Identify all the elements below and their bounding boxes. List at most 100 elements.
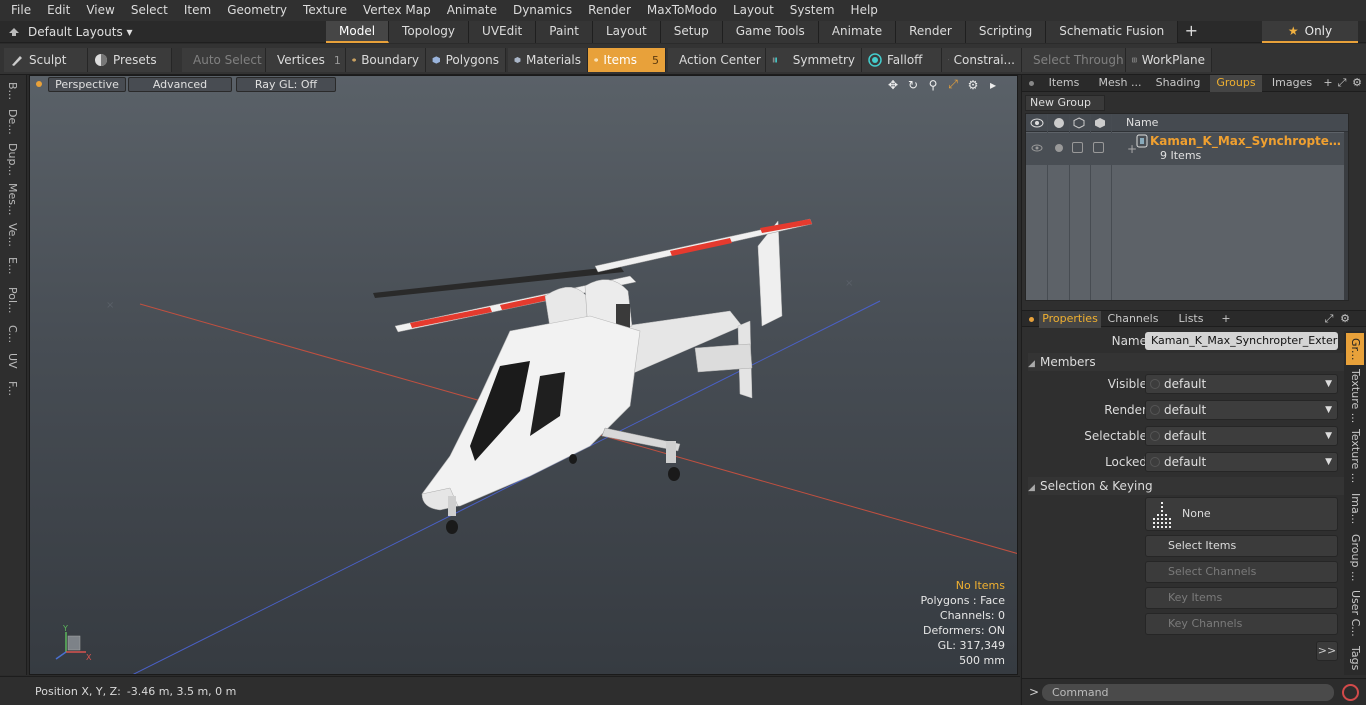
strip-tab-1[interactable]: B... <box>3 79 21 103</box>
menu-edit[interactable]: Edit <box>39 0 78 21</box>
panel-options-dot[interactable] <box>1029 81 1034 86</box>
auto-select-button[interactable]: Auto Select <box>182 48 266 72</box>
items-button[interactable]: Items 5 <box>588 48 666 72</box>
vtab-image[interactable]: Ima... <box>1346 489 1364 529</box>
command-input[interactable]: Command <box>1042 684 1334 701</box>
tab-items[interactable]: Items <box>1039 75 1089 92</box>
tab-render[interactable]: Render <box>896 21 966 43</box>
tab-animate[interactable]: Animate <box>818 21 897 43</box>
scene-canvas[interactable]: × × <box>30 76 1018 675</box>
menu-animate[interactable]: Animate <box>439 0 505 21</box>
perspective-dropdown[interactable]: Perspective <box>48 77 126 92</box>
constraints-button[interactable]: Constrai... <box>942 48 1022 72</box>
vtab-texture-2[interactable]: Texture ... <box>1346 427 1364 485</box>
lower-panel-options-dot[interactable] <box>1029 317 1034 322</box>
menu-view[interactable]: View <box>78 0 122 21</box>
group-row[interactable]: + Kaman_K_Max_Synchropter_Ex... 9 Items <box>1026 133 1348 165</box>
tab-schematic-fusion[interactable]: Schematic Fusion <box>1046 21 1179 43</box>
strip-tab-4[interactable]: Mes... <box>3 181 21 217</box>
strip-tab-2[interactable]: De... <box>3 107 21 137</box>
menu-geometry[interactable]: Geometry <box>219 0 295 21</box>
group-name[interactable]: Kaman_K_Max_Synchropter_Ex... <box>1150 134 1346 148</box>
vertices-button[interactable]: Vertices 1 <box>266 48 346 72</box>
select-channels-button[interactable]: Select Channels <box>1145 561 1338 583</box>
row-lock-checkbox[interactable] <box>1093 142 1104 153</box>
strip-tab-7[interactable]: Pol... <box>3 283 21 317</box>
polygons-button[interactable]: Polygons <box>426 48 506 72</box>
menu-texture[interactable]: Texture <box>295 0 355 21</box>
tab-properties[interactable]: Properties <box>1039 311 1101 328</box>
tab-uvedit[interactable]: UVEdit <box>469 21 537 43</box>
tab-topology[interactable]: Topology <box>389 21 470 43</box>
falloff-button[interactable]: Falloff <box>862 48 942 72</box>
none-button[interactable]: None <box>1145 497 1338 531</box>
presets-button[interactable]: Presets <box>88 48 172 72</box>
tab-channels[interactable]: Channels <box>1104 311 1162 328</box>
rotate-view-icon[interactable]: ↻ <box>905 77 921 92</box>
vtab-tags[interactable]: Tags <box>1346 643 1364 673</box>
strip-tab-10[interactable]: F... <box>3 375 21 403</box>
menu-file[interactable]: File <box>0 0 39 21</box>
panel-gear-icon[interactable]: ⚙ <box>1350 75 1364 92</box>
row-eye-icon[interactable] <box>1030 142 1044 154</box>
tab-lists[interactable]: Lists <box>1165 311 1217 328</box>
tab-images[interactable]: Images <box>1264 75 1320 92</box>
menu-item[interactable]: Item <box>176 0 219 21</box>
menu-select[interactable]: Select <box>123 0 176 21</box>
menu-render[interactable]: Render <box>580 0 639 21</box>
advanced-dropdown[interactable]: Advanced <box>128 77 232 92</box>
name-input[interactable]: Kaman_K_Max_Synchropter_Exterior <box>1145 332 1338 350</box>
viewport-options-dot[interactable] <box>36 81 42 87</box>
vtab-texture-1[interactable]: Texture ... <box>1346 369 1364 423</box>
layouts-selector[interactable]: Default Layouts ▾ <box>0 21 326 43</box>
menu-maxtomodo[interactable]: MaxToModo <box>639 0 725 21</box>
workplane-button[interactable]: WorkPlane <box>1126 48 1212 72</box>
lock-cube-icon[interactable] <box>1094 117 1106 129</box>
viewport-settings-gear-icon[interactable]: ⚙ <box>965 77 981 92</box>
tab-scripting[interactable]: Scripting <box>965 21 1047 43</box>
new-group-button[interactable]: New Group <box>1025 95 1105 111</box>
vtab-group-2[interactable]: Group ... <box>1346 533 1364 583</box>
strip-tab-3[interactable]: Dup... <box>3 141 21 177</box>
vtab-group[interactable]: Gr... <box>1346 333 1364 365</box>
menu-dynamics[interactable]: Dynamics <box>505 0 580 21</box>
tab-shading[interactable]: Shading <box>1150 75 1206 92</box>
grip-icon[interactable] <box>0 27 28 37</box>
symmetry-button[interactable]: Symmetry <box>766 48 862 72</box>
boundary-button[interactable]: Boundary <box>346 48 426 72</box>
select-items-button[interactable]: Select Items <box>1145 535 1338 557</box>
members-section[interactable]: ◢ Members <box>1028 353 1344 371</box>
menu-help[interactable]: Help <box>843 0 886 21</box>
row-render-icon[interactable] <box>1052 142 1066 154</box>
add-tab-plus-icon[interactable]: + <box>1178 21 1204 43</box>
render-icon[interactable] <box>1052 117 1066 129</box>
materials-button[interactable]: Materials <box>508 48 588 72</box>
render-dropdown[interactable]: default ▼ <box>1145 400 1338 420</box>
key-items-button[interactable]: Key Items <box>1145 587 1338 609</box>
select-through-button[interactable]: Select Through <box>1022 48 1126 72</box>
menu-system[interactable]: System <box>782 0 843 21</box>
default-layouts-dropdown[interactable]: Default Layouts ▾ <box>28 25 133 39</box>
visible-dropdown[interactable]: default ▼ <box>1145 374 1338 394</box>
strip-tab-9[interactable]: UV <box>3 351 21 371</box>
visibility-eye-icon[interactable] <box>1030 117 1044 129</box>
stop-record-icon[interactable] <box>1342 684 1359 701</box>
tab-setup[interactable]: Setup <box>660 21 723 43</box>
selection-keying-section[interactable]: ◢ Selection & Keying <box>1028 477 1344 495</box>
row-selectable-checkbox[interactable] <box>1072 142 1083 153</box>
expand-prop-panel-icon[interactable]: ⤢ <box>1322 311 1336 328</box>
sculpt-button[interactable]: Sculpt <box>4 48 88 72</box>
expand-panel-icon[interactable]: ⤢ <box>1336 75 1348 92</box>
tab-mesh[interactable]: Mesh ... <box>1092 75 1148 92</box>
selectable-radio[interactable] <box>1150 431 1160 441</box>
selectable-dropdown[interactable]: default ▼ <box>1145 426 1338 446</box>
action-center-button[interactable]: Action Center <box>668 48 766 72</box>
strip-tab-6[interactable]: E... <box>3 253 21 279</box>
3d-viewport[interactable]: × × Perspective Advanced Ray GL: Off ✥ ↻… <box>29 75 1018 675</box>
move-view-icon[interactable]: ✥ <box>885 77 901 92</box>
tab-game-tools[interactable]: Game Tools <box>722 21 819 43</box>
add-prop-tab-plus-icon[interactable]: + <box>1220 311 1232 328</box>
prop-panel-gear-icon[interactable]: ⚙ <box>1338 311 1352 328</box>
visible-radio[interactable] <box>1150 379 1160 389</box>
zoom-view-icon[interactable]: ⚲ <box>925 77 941 92</box>
